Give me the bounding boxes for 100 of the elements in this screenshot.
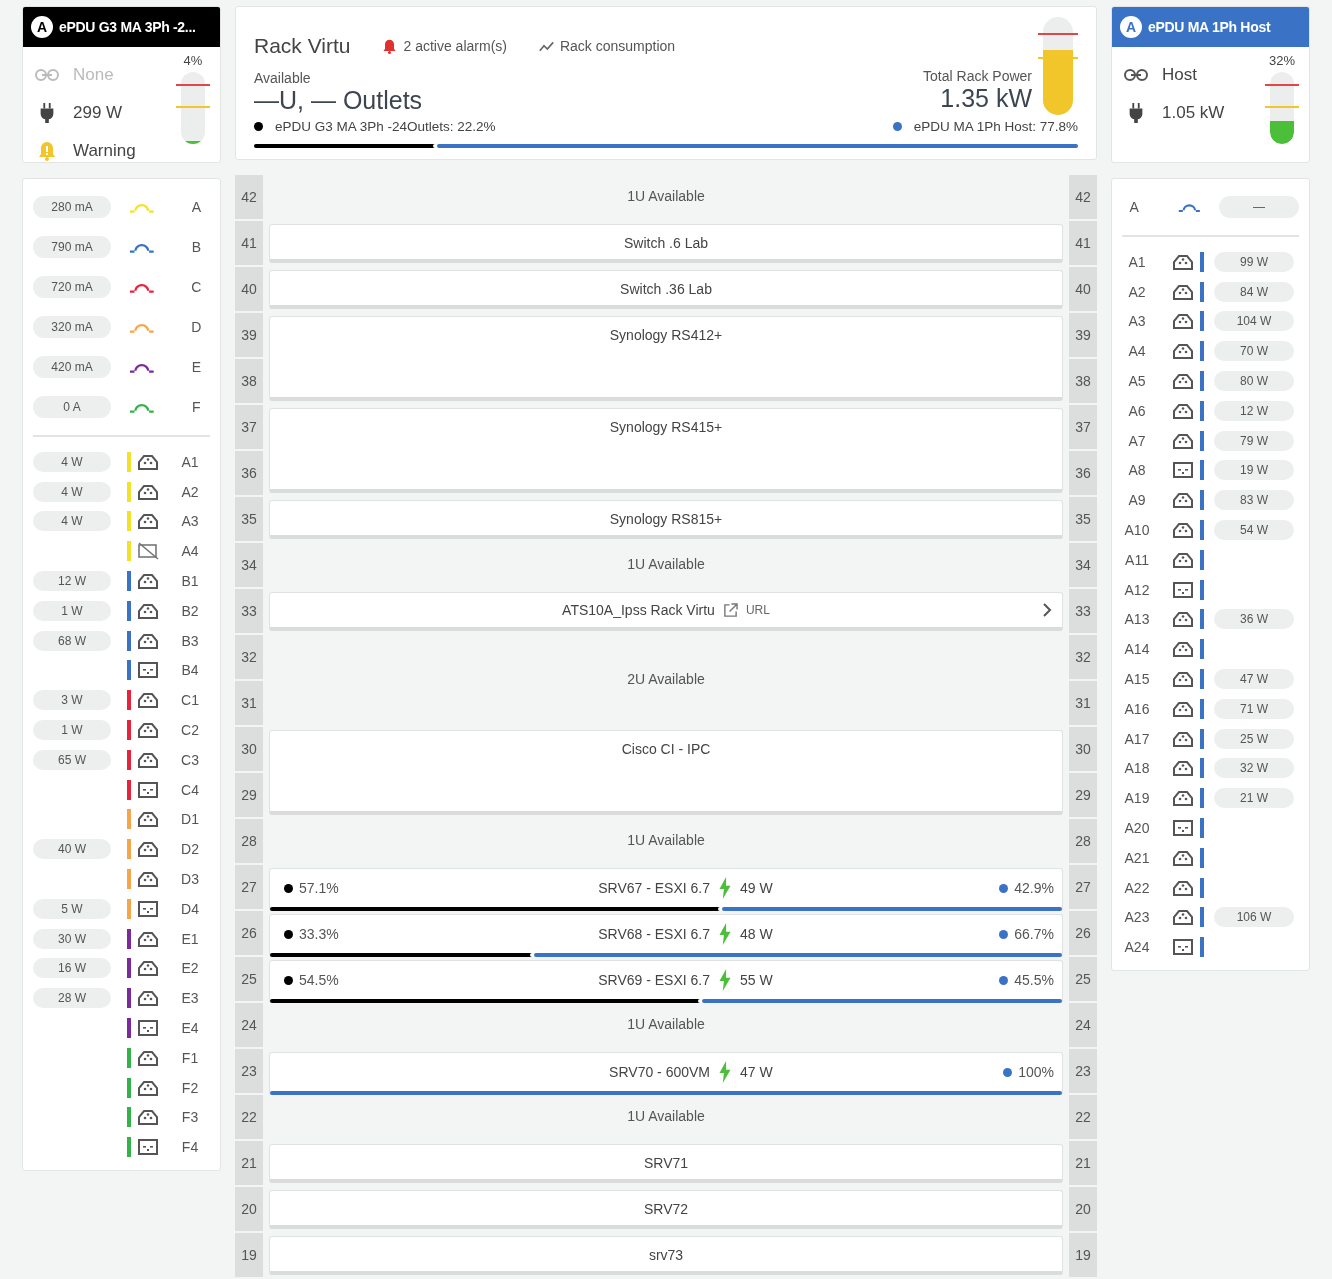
outlet-power: 4 W	[33, 481, 111, 502]
rack-unit-number: 22	[1069, 1095, 1097, 1139]
outlet-icon	[137, 780, 159, 799]
outlet-power: 65 W	[33, 749, 111, 770]
outlet-label: D2	[180, 841, 200, 858]
outlet-label: A9	[1127, 492, 1147, 509]
rack-unit-number: 21	[1069, 1141, 1097, 1185]
outlet-power: 5 W	[33, 898, 111, 919]
share-percent: 45.5%	[999, 972, 1054, 988]
rack-device[interactable]: srv73	[269, 1236, 1063, 1275]
outlet-icon	[1172, 491, 1194, 510]
lightning-icon	[718, 1061, 732, 1083]
rack-unit-number: 23	[1069, 1049, 1097, 1093]
outlet-icon	[1172, 640, 1194, 659]
outlet-label: A15	[1123, 671, 1151, 688]
rack-unit-number: 24	[1069, 1003, 1097, 1047]
outlet-icon	[1172, 252, 1194, 271]
phase-current: 0 A	[33, 396, 111, 418]
phase-current: 790 mA	[33, 236, 111, 258]
phase-current: 280 mA	[33, 196, 111, 218]
outlet-icon	[137, 929, 159, 948]
rack-device[interactable]: 33.3% SRV68 - ESXI 6.7 48 W 66.7%	[269, 914, 1063, 957]
lightning-icon	[718, 923, 732, 945]
outlet-label: A13	[1123, 611, 1151, 628]
rack-device[interactable]: Synology RS412+	[269, 316, 1063, 401]
phase-label: F	[191, 399, 202, 415]
rack-device[interactable]: 57.1% SRV67 - ESXI 6.7 49 W 42.9%	[269, 868, 1063, 911]
outlet-icon	[1172, 878, 1194, 897]
outlet-power: 16 W	[33, 958, 111, 979]
outlet-label: A3	[1127, 313, 1147, 330]
outlet-power: 106 W	[1214, 907, 1294, 928]
rack-unit-number: 27	[1069, 865, 1097, 909]
rack-unit-number: 27	[235, 865, 263, 909]
rack-device[interactable]: 54.5% SRV69 - ESXI 6.7 55 W 45.5%	[269, 960, 1063, 1003]
available-value: —U, — Outlets	[254, 86, 424, 115]
outlet-icon	[1172, 908, 1194, 927]
rack-device[interactable]: Synology RS415+	[269, 408, 1063, 493]
outlet-label: A16	[1123, 700, 1151, 717]
power-reading: 1.05 kW	[1162, 103, 1225, 123]
link-label: Host	[1162, 65, 1197, 85]
outlet-icon	[137, 482, 159, 501]
outlet-power: 12 W	[1214, 400, 1294, 421]
outlet-icon	[1172, 580, 1194, 599]
outlet-power: 84 W	[1214, 281, 1294, 302]
url-link[interactable]: URL	[745, 603, 770, 617]
rack-unit-number: 19	[1069, 1233, 1097, 1277]
rack-unit-number: 42	[1069, 175, 1097, 219]
outlet-label: D4	[180, 900, 200, 917]
rack-unit-number: 21	[235, 1141, 263, 1185]
outlet-label: A5	[1127, 373, 1147, 390]
phase-badge: A	[1120, 16, 1142, 38]
rack-unit-number: 22	[235, 1095, 263, 1139]
rack-unit-number: 20	[1069, 1187, 1097, 1231]
outlet-power: 40 W	[33, 839, 111, 860]
rack-device[interactable]: SRV71	[269, 1144, 1063, 1183]
rack-unit-number: 30	[1069, 727, 1097, 771]
rack-unit-number: 37	[235, 405, 263, 449]
outlet-power: 68 W	[33, 630, 111, 651]
rack-unit-number: 19	[235, 1233, 263, 1277]
rack-device[interactable]: Synology RS815+	[269, 500, 1063, 539]
total-power-value: 1.35 kW	[940, 84, 1032, 113]
outlet-label: D3	[180, 871, 200, 888]
share-percent: 66.7%	[999, 926, 1054, 942]
rack-device[interactable]: Switch .36 Lab	[269, 270, 1063, 309]
alarm-count-link[interactable]: 2 active alarm(s)	[403, 38, 507, 54]
rack-device[interactable]: Cisco CI - IPC	[269, 730, 1063, 815]
rack-device[interactable]: Switch .6 Lab	[269, 224, 1063, 263]
outlet-icon	[137, 840, 159, 859]
chevron-right-icon[interactable]	[1042, 602, 1052, 618]
consumption-link[interactable]: Rack consumption	[559, 38, 676, 54]
phase-current: 420 mA	[33, 356, 111, 378]
rack-unit-number: 28	[1069, 819, 1097, 863]
rack-unit-number: 38	[1069, 359, 1097, 403]
outlet-icon	[1172, 819, 1194, 838]
share-percent: 42.9%	[999, 880, 1054, 896]
rack-device[interactable]: ATS10A_Ipss Rack Virtu URL	[269, 592, 1063, 631]
rack-device[interactable]: SRV70 - 600VM 47 W 100%	[269, 1052, 1063, 1095]
outlet-power: 99 W	[1214, 251, 1294, 272]
outlet-label: A22	[1123, 879, 1151, 896]
outlet-power: 70 W	[1214, 341, 1294, 362]
rack-unit-number: 29	[1069, 773, 1097, 817]
outlet-label: B4	[180, 662, 200, 679]
rack-unit-number: 26	[1069, 911, 1097, 955]
share-percent: 33.3%	[284, 926, 339, 942]
rack-unit-number: 39	[1069, 313, 1097, 357]
outlet-icon	[1172, 729, 1194, 748]
outlet-label: F3	[180, 1109, 200, 1126]
phase-badge: A	[31, 16, 53, 38]
outlet-power: 47 W	[1214, 669, 1294, 690]
phase-current: 720 mA	[33, 276, 111, 298]
rack-unit-number: 23	[235, 1049, 263, 1093]
rack-unit-number: 29	[235, 773, 263, 817]
rack-unit-number: 33	[1069, 589, 1097, 633]
outlet-icon	[137, 989, 159, 1008]
rack-unit-number: 38	[235, 359, 263, 403]
outlet-power: 32 W	[1214, 758, 1294, 779]
rack-unit-number: 37	[1069, 405, 1097, 449]
rack-device[interactable]: SRV72	[269, 1190, 1063, 1229]
available-space: 1U Available	[626, 187, 706, 206]
bell-icon	[382, 38, 398, 54]
